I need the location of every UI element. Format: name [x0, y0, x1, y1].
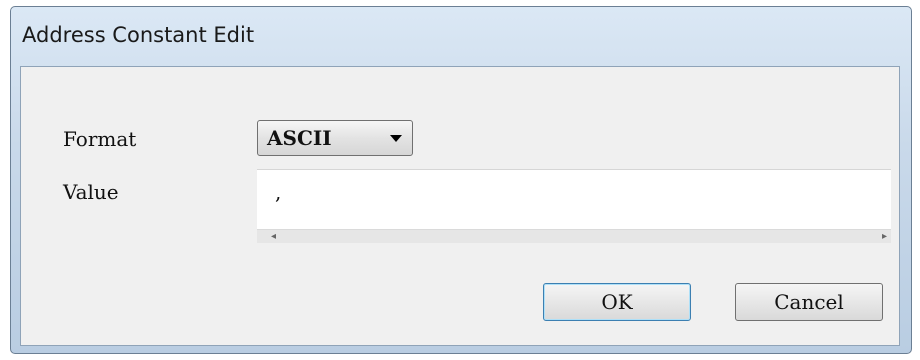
value-input[interactable]: , — [257, 169, 891, 229]
cancel-button[interactable]: Cancel — [735, 283, 883, 321]
scroll-left-icon[interactable]: ◂ — [271, 231, 276, 242]
format-select[interactable]: ASCII — [257, 120, 413, 156]
dialog-body: Format ASCII Value , ◂ ▸ OK Cancel — [20, 66, 900, 346]
dialog-title: Address Constant Edit — [22, 23, 255, 47]
value-input-text: , — [275, 180, 282, 204]
chevron-down-icon[interactable] — [390, 135, 402, 142]
format-selected-value: ASCII — [267, 126, 332, 150]
horizontal-scrollbar[interactable]: ◂ ▸ — [257, 229, 891, 243]
address-constant-edit-dialog: Address Constant Edit Format ASCII Value… — [10, 6, 912, 354]
format-label: Format — [63, 127, 137, 151]
title-bar[interactable]: Address Constant Edit — [11, 7, 911, 65]
value-label: Value — [63, 180, 119, 204]
scroll-right-icon[interactable]: ▸ — [882, 231, 887, 242]
ok-button[interactable]: OK — [543, 283, 691, 321]
